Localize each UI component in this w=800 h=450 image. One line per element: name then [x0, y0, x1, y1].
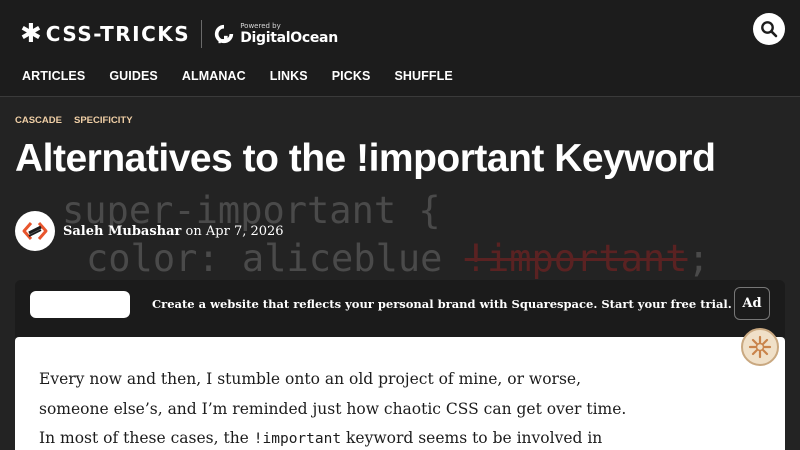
- tag-cascade[interactable]: CASCADE: [15, 115, 62, 126]
- search-button[interactable]: [753, 13, 785, 45]
- nav-links[interactable]: LINKS: [270, 69, 308, 83]
- ad-logo-box[interactable]: [30, 291, 130, 318]
- publish-date: Apr 7, 2026: [205, 223, 284, 239]
- search-icon: [761, 21, 778, 38]
- ad-banner[interactable]: Create a website that reflects your pers…: [15, 280, 785, 337]
- code-line-2-strike: !important: [464, 237, 688, 280]
- author-logo-icon: [22, 222, 48, 240]
- article-hero: super-important { color: aliceblue !impo…: [0, 97, 800, 450]
- digitalocean-icon: [215, 24, 234, 44]
- author-name[interactable]: Saleh Mubashar: [63, 224, 181, 239]
- sponsor-logo[interactable]: Powered by DigitalOcean: [213, 23, 338, 45]
- site-logo[interactable]: ✱ CSS-TRICKS Powered by DigitalOcean: [20, 20, 338, 48]
- article-body: Every now and then, I stumble onto an ol…: [15, 337, 785, 450]
- sponsor-powered-label: Powered by: [240, 22, 281, 30]
- nav-articles[interactable]: ARTICLES: [22, 69, 85, 83]
- nav-guides[interactable]: GUIDES: [109, 69, 158, 83]
- nav-almanac[interactable]: ALMANAC: [182, 69, 246, 83]
- flower-icon: [748, 335, 772, 359]
- nav-shuffle[interactable]: SHUFFLE: [394, 69, 452, 83]
- tag-specificity[interactable]: SPECIFICITY: [74, 115, 133, 126]
- logo-text: CSS-TRICKS: [45, 22, 191, 46]
- article-line-2: someone else’s, and I’m reminded just ho…: [39, 399, 627, 418]
- article-line-3-post: keyword seems to be involved in: [341, 429, 603, 447]
- code-background: super-important { color: aliceblue !impo…: [0, 97, 800, 297]
- tag-list: CASCADE SPECIFICITY: [15, 115, 133, 126]
- byline: Saleh Mubashar on Apr 7, 2026: [15, 211, 284, 251]
- ad-text[interactable]: Create a website that reflects your pers…: [152, 297, 732, 311]
- article-paragraph: Every now and then, I stumble onto an ol…: [39, 365, 639, 450]
- article-line-1: Every now and then, I stumble onto an ol…: [39, 370, 581, 388]
- flower-badge-icon[interactable]: [741, 328, 779, 366]
- site-header: ✱ CSS-TRICKS Powered by DigitalOcean ART…: [0, 0, 800, 97]
- inline-code: !important: [253, 431, 342, 447]
- sponsor-name: DigitalOcean: [240, 30, 338, 46]
- avatar[interactable]: [15, 211, 55, 251]
- code-line-2-end: ;: [687, 237, 710, 280]
- asterisk-icon: ✱: [20, 19, 42, 49]
- logo-divider: [201, 20, 203, 48]
- main-nav: ARTICLES GUIDES ALMANAC LINKS PICKS SHUF…: [22, 69, 477, 83]
- page-title: Alternatives to the !important Keyword: [15, 137, 716, 180]
- article-line-3-pre: In most of these cases, the: [39, 429, 254, 447]
- date-prefix: on: [185, 223, 202, 239]
- byline-text: Saleh Mubashar on Apr 7, 2026: [63, 224, 284, 239]
- nav-picks[interactable]: PICKS: [332, 69, 371, 83]
- ad-badge: Ad: [734, 287, 770, 320]
